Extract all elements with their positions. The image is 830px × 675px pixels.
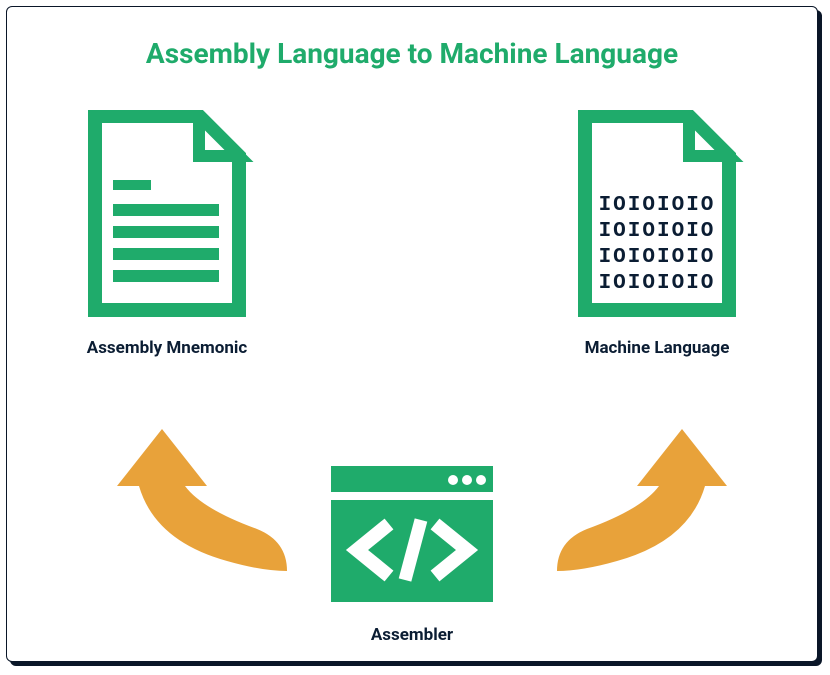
- curved-arrow-up-icon: [107, 411, 307, 591]
- diagram-card: Assembly Language to Machine Language As…: [6, 6, 818, 662]
- bottom-row: Assembler: [7, 462, 817, 645]
- binary-row-1: IOIOIOIO: [599, 194, 716, 217]
- assembly-mnemonic-block: Assembly Mnemonic: [57, 110, 277, 358]
- assembler-block: Assembler: [327, 462, 497, 645]
- machine-language-label: Machine Language: [585, 338, 730, 358]
- assembler-label: Assembler: [371, 625, 453, 645]
- machine-language-block: IOIOIOIO IOIOIOIO IOIOIOIO IOIOIOIO Mach…: [547, 110, 767, 358]
- code-window-icon: [327, 462, 497, 607]
- document-binary-icon: IOIOIOIO IOIOIOIO IOIOIOIO IOIOIOIO: [567, 110, 747, 320]
- document-lines-icon: [77, 110, 257, 320]
- binary-row-4: IOIOIOIO: [599, 272, 716, 295]
- top-row: Assembly Mnemonic IOIOIOIO IOIOIOIO IOIO…: [47, 110, 777, 358]
- assembly-mnemonic-label: Assembly Mnemonic: [87, 338, 247, 358]
- curved-arrow-right: [537, 411, 737, 595]
- curved-arrow-left: [107, 411, 307, 595]
- curved-arrow-up-icon: [537, 411, 737, 591]
- diagram-title: Assembly Language to Machine Language: [47, 37, 777, 70]
- binary-row-2: IOIOIOIO: [599, 220, 716, 243]
- binary-row-3: IOIOIOIO: [599, 246, 716, 269]
